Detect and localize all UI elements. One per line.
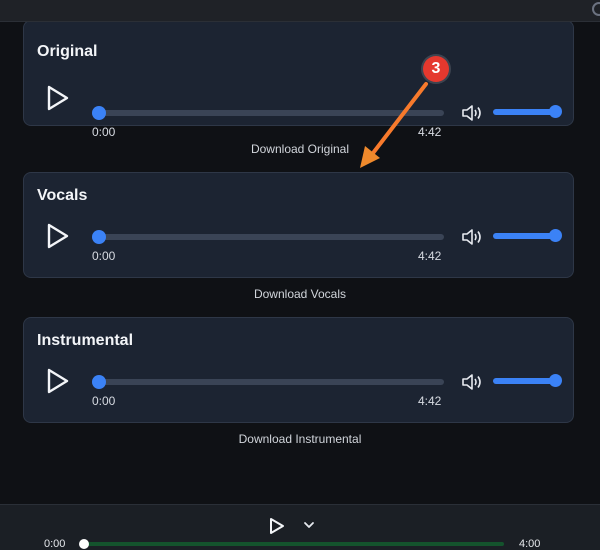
current-time: 0:00 xyxy=(92,125,116,139)
seek-bar[interactable] xyxy=(94,234,444,240)
annotation-badge: 3 xyxy=(423,56,449,82)
download-vocals-link[interactable]: Download Vocals xyxy=(0,287,600,301)
track-title: Vocals xyxy=(37,187,88,204)
play-icon[interactable] xyxy=(46,368,70,394)
current-time: 0:00 xyxy=(92,394,116,408)
player-duration: 4:00 xyxy=(519,538,541,550)
top-bar xyxy=(0,0,600,22)
seek-thumb[interactable] xyxy=(92,106,106,120)
window-corner-icon xyxy=(592,2,600,16)
main-content: Original 0:00 4:42 Download Original Voc… xyxy=(0,22,600,504)
global-player: 0:00 4:00 xyxy=(0,504,600,550)
volume-icon[interactable] xyxy=(461,228,483,246)
volume-thumb[interactable] xyxy=(549,105,562,118)
seek-thumb[interactable] xyxy=(92,230,106,244)
track-card-original: Original 0:00 4:42 xyxy=(23,22,574,139)
volume-thumb[interactable] xyxy=(549,374,562,387)
duration: 4:42 xyxy=(418,394,442,408)
duration: 4:42 xyxy=(418,125,442,139)
volume-slider[interactable] xyxy=(493,233,555,239)
player-seek-bar[interactable] xyxy=(84,542,504,546)
volume-slider[interactable] xyxy=(493,109,555,115)
play-icon[interactable] xyxy=(269,517,285,535)
player-seek-thumb[interactable] xyxy=(79,539,89,549)
volume-icon[interactable] xyxy=(461,104,483,122)
chevron-down-icon[interactable] xyxy=(302,518,316,532)
seek-bar[interactable] xyxy=(94,379,444,385)
current-time: 0:00 xyxy=(92,249,116,263)
play-icon[interactable] xyxy=(46,223,70,249)
track-card-vocals: Vocals 0:00 4:42 xyxy=(23,172,574,278)
play-icon[interactable] xyxy=(46,85,70,111)
download-original-link[interactable]: Download Original xyxy=(0,142,600,156)
volume-thumb[interactable] xyxy=(549,229,562,242)
seek-bar[interactable] xyxy=(94,110,444,116)
track-card-instrumental: Instrumental 0:00 4:42 xyxy=(23,317,574,423)
player-current-time: 0:00 xyxy=(44,538,66,550)
seek-thumb[interactable] xyxy=(92,375,106,389)
volume-slider[interactable] xyxy=(493,378,555,384)
download-instrumental-link[interactable]: Download Instrumental xyxy=(0,432,600,446)
duration: 4:42 xyxy=(418,249,442,263)
track-title: Instrumental xyxy=(37,332,134,349)
track-title: Original xyxy=(37,43,98,60)
volume-icon[interactable] xyxy=(461,373,483,391)
